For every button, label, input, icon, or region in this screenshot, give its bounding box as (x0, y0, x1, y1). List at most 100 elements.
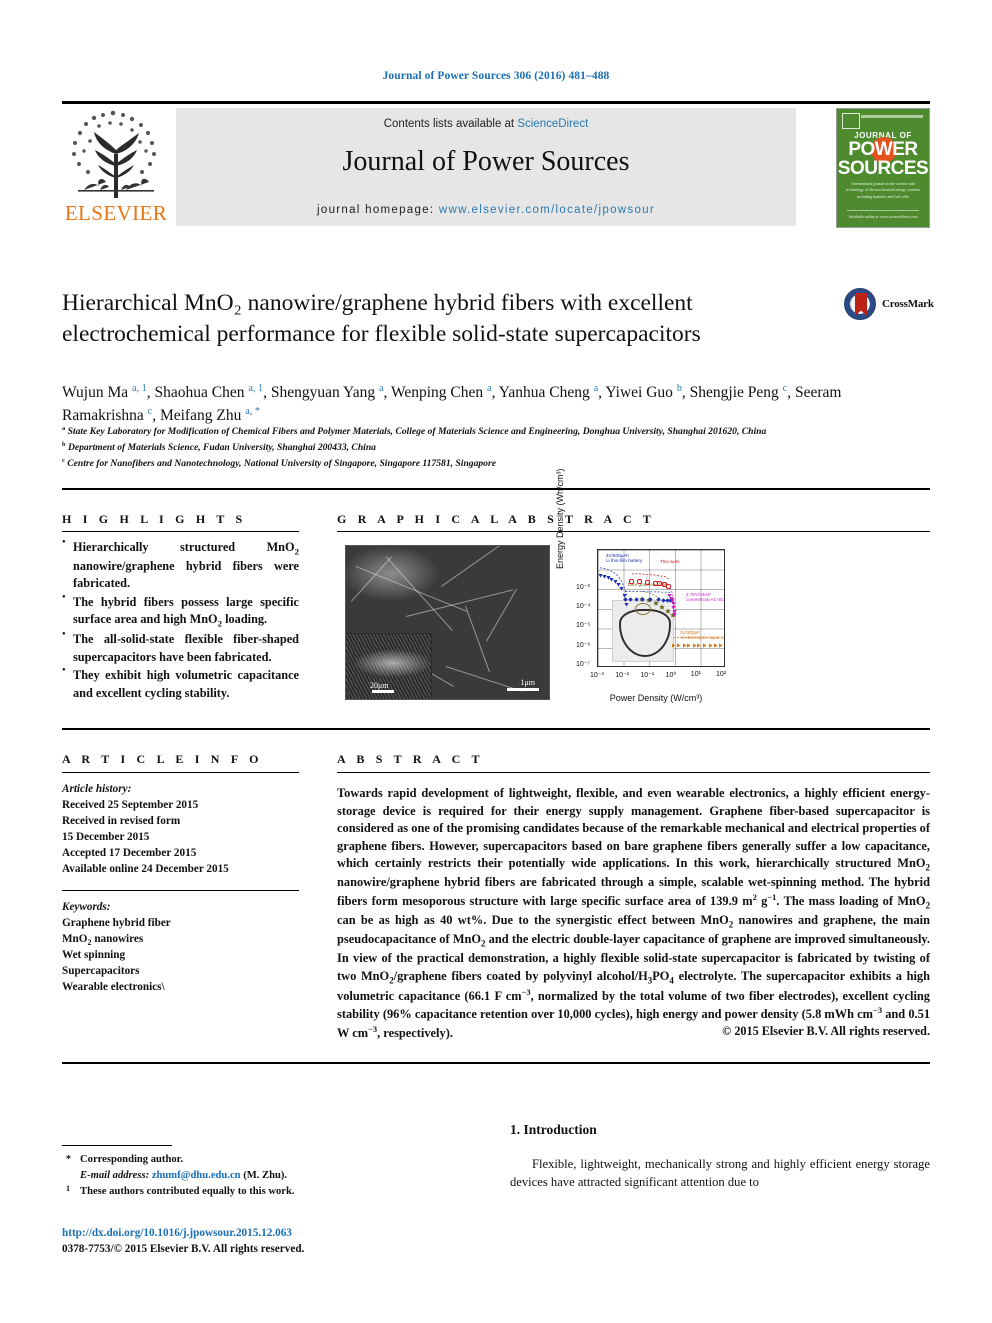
contents-prefix: Contents lists available at (383, 118, 518, 130)
inset-scalebar-label: 20μm (370, 681, 389, 690)
journal-homepage-line: journal homepage: www.elsevier.com/locat… (176, 204, 796, 216)
sem-scalebar (507, 688, 539, 691)
history-revised-label: Received in revised form (62, 814, 181, 827)
crossmark-badge[interactable]: CrossMark (844, 288, 936, 322)
elsevier-wordmark: ELSEVIER (64, 201, 168, 225)
section-rule-top (62, 488, 930, 490)
chart-x-tick-label: 10⁻¹ (640, 672, 655, 679)
article-history: Article history: Received 25 September 2… (62, 782, 299, 877)
highlight-item: The hybrid fibers possess large specific… (62, 593, 299, 630)
section-rule-middle (62, 728, 930, 730)
chart-data-point (708, 635, 713, 648)
footnotes-block: * Corresponding author. E-mail address: … (62, 1152, 352, 1200)
chart-data-point (656, 589, 661, 603)
chart-x-tick-label: 10² (716, 671, 727, 678)
cover-top-rule (861, 115, 923, 118)
chart-y-tick-label: 10⁻⁷ (576, 661, 591, 668)
chart-y-axis-label: Energy Density (Wh/cm³) (555, 468, 565, 569)
article-history-label: Article history: (62, 783, 132, 795)
chart-data-point (702, 635, 707, 648)
sem-inset-fiber: 20μm (346, 633, 432, 699)
history-revised-date: 15 December 2015 (62, 830, 150, 843)
masthead-banner: Contents lists available at ScienceDirec… (176, 108, 796, 226)
journal-cover-thumbnail: JOURNAL OF POWER SOURCES International j… (836, 108, 930, 228)
contents-available-line: Contents lists available at ScienceDirec… (176, 118, 796, 130)
chart-data-point (671, 635, 676, 648)
chart-y-tick-label: 10⁻³ (576, 583, 590, 591)
running-head: Journal of Power Sources 306 (2016) 481–… (382, 70, 610, 82)
graphical-abstract-heading: G R A P H I C A L A B S T R A C T (337, 512, 656, 526)
keyword-item: Graphene hybrid fiber (62, 916, 171, 929)
crossmark-circle-icon (844, 288, 876, 320)
graphical-abstract-figures: 20μm 1μm Energy Density (Wh/cm³) Power D… (345, 468, 730, 703)
doi-link[interactable]: http://dx.doi.org/10.1016/j.jpowsour.201… (62, 1226, 392, 1242)
keyword-item: MnO2 nanowires (62, 932, 144, 948)
chart-data-point (634, 589, 640, 602)
email-link[interactable]: zhumf@dhu.edu.cn (152, 1170, 241, 1181)
abstract-heading: A B S T R A C T (337, 752, 484, 766)
highlight-item: Hierarchically structured MnO2 nanowire/… (62, 538, 299, 593)
affiliation-marker-b: b (62, 441, 66, 449)
highlight-item: The all-solid-state flexible fiber-shape… (62, 630, 299, 666)
doi-block: http://dx.doi.org/10.1016/j.jpowsour.201… (62, 1226, 392, 1258)
journal-title: Journal of Power Sources (342, 146, 630, 177)
cover-line-power: POWER (848, 139, 918, 160)
affiliation-marker-a: a (62, 425, 66, 432)
email-label: E-mail address: (80, 1169, 150, 1181)
highlight-item: They exhibit high volumetric capacitance… (62, 666, 299, 702)
affiliation-b: b Department of Materials Science, Fudan… (62, 440, 852, 456)
copyright-line: © 2015 Elsevier B.V. All rights reserved… (722, 1024, 930, 1038)
chart-plot-area: 4V/500µAh Li thin-film battery This work … (597, 549, 725, 667)
footnote-marker-star: * (66, 1154, 71, 1165)
affiliation-c: c Centre for Nanofibers and Nanotechnolo… (62, 456, 852, 472)
chart-data-point (692, 635, 697, 648)
chart-data-point (622, 589, 628, 602)
affiliation-list: a State Key Laboratory for Modification … (62, 424, 852, 472)
cover-elsevier-mark-icon (842, 113, 860, 129)
chart-y-tick-label: 10⁻⁶ (576, 641, 591, 649)
affiliation-text-a: State Key Laboratory for Modification of… (67, 426, 767, 438)
chart-data-point (636, 571, 643, 585)
chart-data-point (713, 635, 718, 648)
graphical-abstract-rule (337, 531, 930, 532)
keyword-item: Wet spinning (62, 949, 126, 962)
author-list: Wujun Ma a, 1, Shaohua Chen a, 1, Shengy… (62, 383, 842, 424)
article-info-rule (62, 772, 299, 773)
footnote-equal-text: These authors contributed equally to thi… (80, 1185, 295, 1197)
chart-data-point (676, 635, 681, 648)
article-first-page: Journal of Power Sources 306 (2016) 481–… (0, 0, 992, 1323)
fiber-knot-shape (635, 603, 651, 615)
crossmark-label: CrossMark (882, 298, 934, 310)
inset-scalebar (372, 690, 394, 693)
sciencedirect-link[interactable]: ScienceDirect (517, 118, 588, 130)
section-rule-bottom (62, 1062, 930, 1064)
chart-data-point (644, 572, 650, 586)
keyword-item: Supercapacitors (62, 965, 140, 978)
journal-homepage-link[interactable]: www.elsevier.com/locate/jpowsour (439, 204, 655, 216)
homepage-prefix: journal homepage: (317, 204, 439, 216)
elsevier-logo: ELSEVIER (62, 108, 170, 226)
chart-x-tick-label: 10⁰ (665, 672, 677, 679)
footnote-email: E-mail address: zhumf@dhu.edu.cn (M. Zhu… (62, 1168, 352, 1184)
footnote-equal-contribution: 1 These authors contributed equally to t… (62, 1184, 352, 1200)
chart-x-tick-label: 10¹ (690, 671, 701, 678)
chart-x-axis-label: Power Density (W/cm³) (609, 693, 703, 703)
introduction-heading: 1. Introduction (510, 1122, 597, 1137)
footnote-corresponding-author: * Corresponding author. (62, 1152, 352, 1168)
issn-copyright-line: 0378-7753/© 2015 Elsevier B.V. All right… (62, 1242, 305, 1255)
chart-data-point (665, 576, 672, 590)
footnote-separator (62, 1145, 172, 1146)
chart-data-point (682, 635, 687, 648)
chart-x-tick-label: 10⁻² (615, 672, 629, 679)
keywords-rule (62, 890, 299, 891)
chart-y-tick-label: 10⁻⁵ (576, 622, 591, 630)
chart-annotation-this-work: This work (660, 559, 680, 564)
chart-data-point (628, 589, 633, 602)
cover-footer: Available online at www.sciencedirect.co… (847, 210, 919, 219)
crossmark-book-icon (855, 293, 867, 316)
footnote-marker-one: 1 (66, 1183, 70, 1193)
journal-masthead: ELSEVIER Contents lists available at Sci… (62, 108, 930, 228)
history-available-online: Available online 24 December 2015 (62, 862, 229, 875)
chart-data-point (696, 635, 701, 648)
sem-micrograph: 20μm 1μm (345, 545, 550, 700)
